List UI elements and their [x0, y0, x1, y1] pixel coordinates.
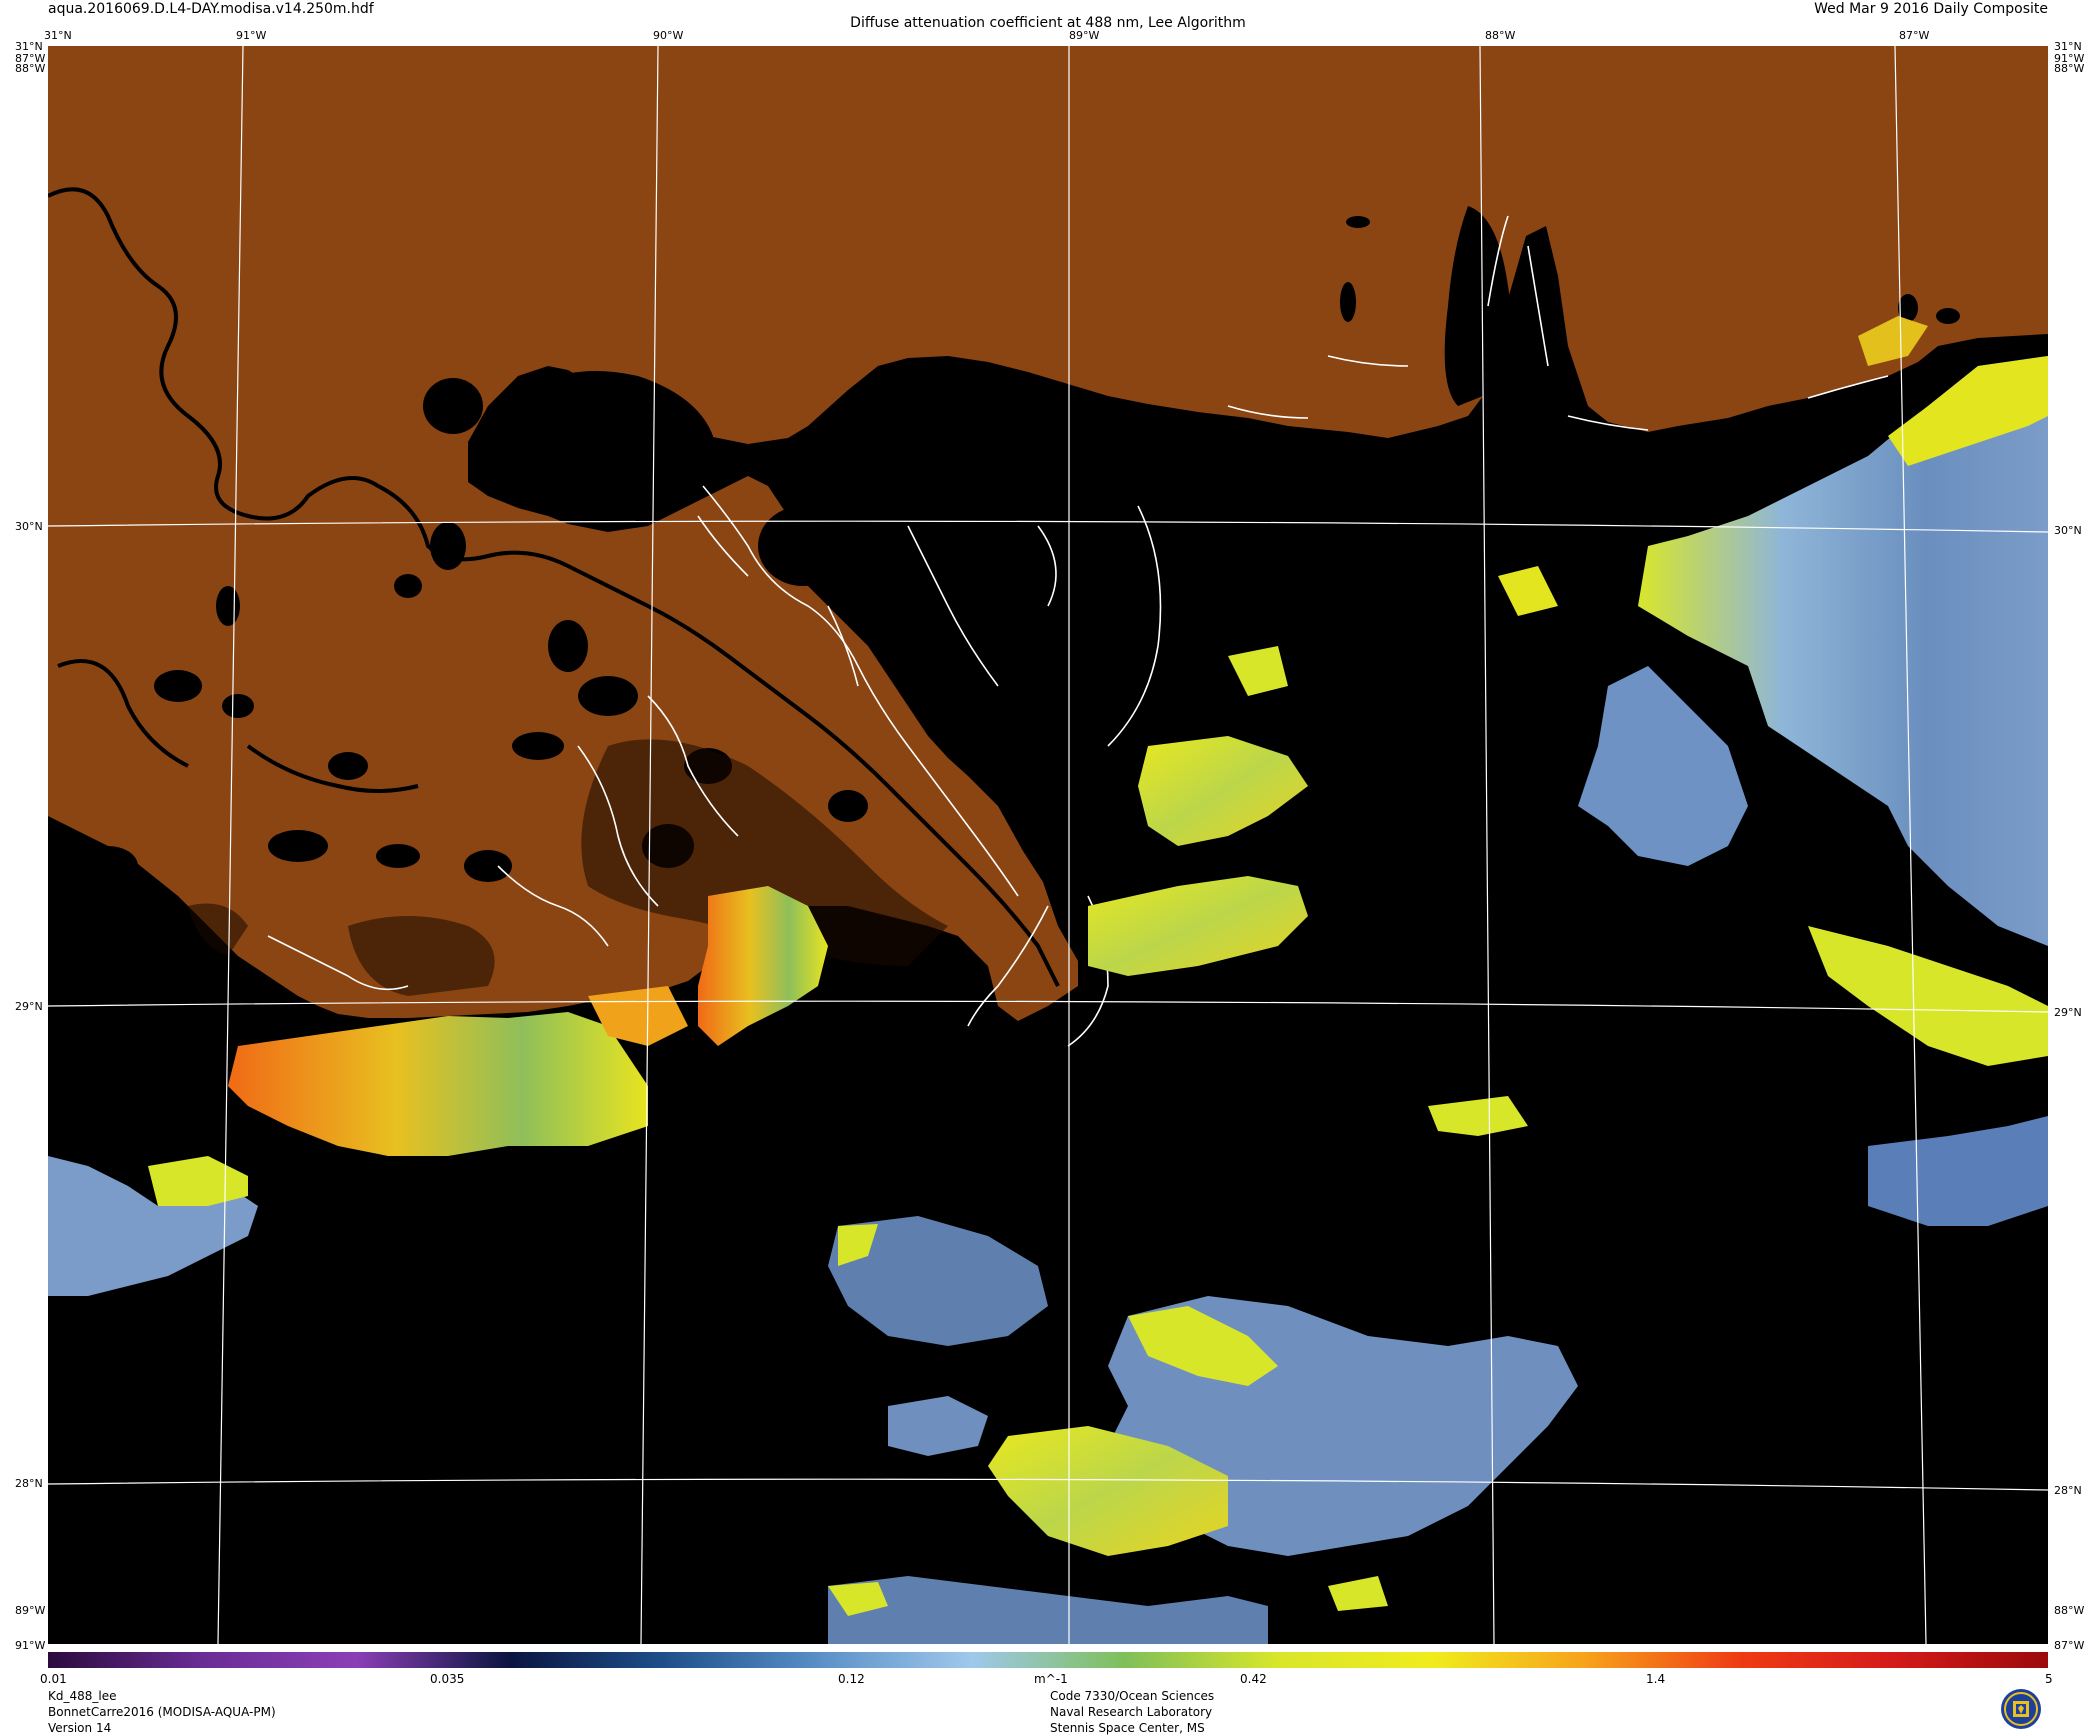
colorbar-label-1.4: 1.4: [1646, 1672, 1666, 1686]
colorbar-label-5: 5: [2045, 1672, 2053, 1686]
corner-top-left-lat: 31°N: [44, 29, 72, 42]
kd488-map: [48, 46, 2048, 1644]
corner-bottom-left-lon1: 89°W: [15, 1604, 46, 1617]
kd-patch-sw-edge: [148, 1156, 248, 1206]
kd-patch-south-4: [828, 1576, 1268, 1644]
org-location: Stennis Space Center, MS: [1050, 1721, 1205, 1735]
kd-patch-east-lower: [1868, 1116, 2048, 1226]
kd-patch-east-blue: [1578, 666, 1748, 866]
lat-label-28n-right: 28°N: [2054, 1484, 2082, 1497]
lat-label-29n-left: 29°N: [15, 1000, 43, 1013]
lon-label-91w: 91°W: [236, 29, 267, 42]
kd-patch-bonnet: [698, 886, 828, 1046]
lon-label-89w: 89°W: [1069, 29, 1100, 42]
corner-top-left-lon2: 88°W: [15, 62, 46, 75]
colorbar-label-0.035: 0.035: [430, 1672, 465, 1686]
colorbar: [48, 1652, 2048, 1668]
kd-patch-south-5: [888, 1396, 988, 1456]
lat-label-30n-left: 30°N: [15, 520, 43, 533]
map-canvas: [48, 46, 2048, 1644]
lon-label-90w: 90°W: [653, 29, 684, 42]
corner-bottom-right-lon2: 87°W: [2054, 1639, 2085, 1652]
kd-patch-south-6: [1328, 1576, 1388, 1611]
kd-patch-nw-small: [1498, 566, 1558, 616]
kd-patch-center-4: [1428, 1096, 1528, 1136]
dataset-name: BonnetCarre2016 (MODISA-AQUA-PM): [48, 1705, 276, 1719]
kd-patch-center-1: [1138, 736, 1308, 846]
version-label: Version 14: [48, 1721, 112, 1735]
colorbar-label-0.01: 0.01: [40, 1672, 67, 1686]
lat-label-29n-right: 29°N: [2054, 1006, 2082, 1019]
colorbar-label-0.12: 0.12: [838, 1672, 865, 1686]
org-code: Code 7330/Ocean Sciences: [1050, 1689, 1215, 1703]
corner-top-right-lon2: 88°W: [2054, 62, 2085, 75]
lon-label-88w: 88°W: [1485, 29, 1516, 42]
nrl-seal-icon: [2001, 1689, 2041, 1729]
lon-label-87w: 87°W: [1899, 29, 1930, 42]
org-name: Naval Research Laboratory: [1050, 1705, 1213, 1719]
product-name: Kd_488_lee: [48, 1689, 117, 1703]
kd-patch-center-2: [1088, 876, 1308, 976]
kd-patch-east-south: [1808, 926, 2048, 1066]
kd-patch-west-plume: [228, 1012, 648, 1156]
map-title: Diffuse attenuation coefficient at 488 n…: [850, 15, 1246, 31]
composite-date: Wed Mar 9 2016 Daily Composite: [1814, 1, 2048, 17]
colorbar-label-0.42: 0.42: [1240, 1672, 1267, 1686]
kd-patch-center-3: [1228, 646, 1288, 696]
corner-bottom-left-lon2: 91°W: [15, 1639, 46, 1652]
lat-label-28n-left: 28°N: [15, 1477, 43, 1490]
lat-label-30n-right: 30°N: [2054, 524, 2082, 537]
corner-bottom-right-lon1: 88°W: [2054, 1604, 2085, 1617]
colorbar-units: m^-1: [1034, 1672, 1068, 1686]
